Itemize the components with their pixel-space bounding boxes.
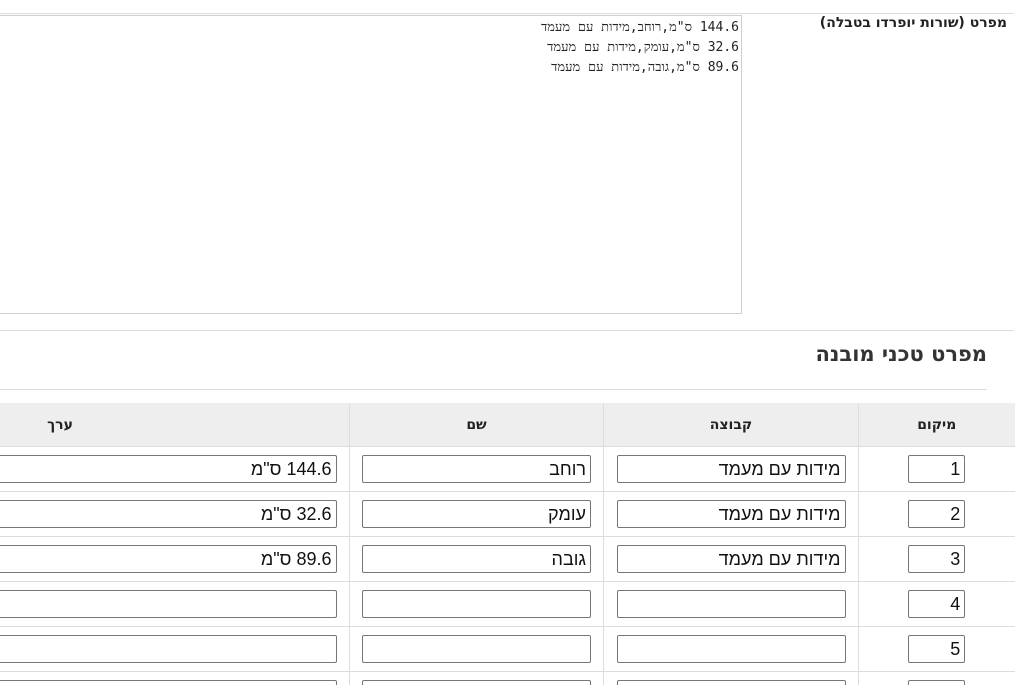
spec-textarea-label: מפרט (שורות יופרדו בטבלה) — [819, 15, 1007, 31]
position-input[interactable] — [908, 455, 966, 483]
name-input[interactable] — [362, 680, 591, 685]
position-input[interactable] — [908, 545, 966, 573]
header-name: שם — [349, 403, 604, 447]
name-input[interactable] — [362, 590, 591, 618]
table-header-row: מיקום קבוצה שם ערך — [0, 403, 1015, 447]
table-row — [0, 446, 1015, 492]
section-divider — [0, 330, 1014, 331]
value-input[interactable] — [0, 590, 337, 618]
table-row — [0, 626, 1015, 672]
position-input[interactable] — [908, 680, 966, 685]
top-divider — [0, 13, 1014, 14]
value-input[interactable] — [0, 545, 337, 573]
table-row — [0, 671, 1015, 685]
page: מפרט (שורות יופרדו בטבלה) מפרט טכני מובנ… — [0, 0, 1021, 685]
group-input[interactable] — [616, 635, 846, 663]
value-input[interactable] — [0, 500, 337, 528]
value-input[interactable] — [0, 455, 337, 483]
name-input[interactable] — [362, 455, 591, 483]
group-input[interactable] — [616, 545, 846, 573]
value-input[interactable] — [0, 680, 337, 685]
name-input[interactable] — [362, 635, 591, 663]
group-input[interactable] — [616, 680, 846, 685]
spec-textarea[interactable] — [0, 15, 742, 314]
group-input[interactable] — [616, 500, 846, 528]
group-input[interactable] — [616, 455, 846, 483]
header-value: ערך — [0, 403, 350, 447]
table-row — [0, 536, 1015, 582]
table-row — [0, 491, 1015, 537]
position-input[interactable] — [908, 590, 966, 618]
position-input[interactable] — [908, 635, 966, 663]
position-input[interactable] — [908, 500, 966, 528]
table-row — [0, 581, 1015, 627]
title-divider — [0, 389, 987, 390]
structured-spec-table: מיקום קבוצה שם ערך — [0, 403, 1015, 685]
value-input[interactable] — [0, 635, 337, 663]
structured-spec-title: מפרט טכני מובנה — [815, 342, 987, 366]
header-group: קבוצה — [603, 403, 859, 447]
name-input[interactable] — [362, 545, 591, 573]
name-input[interactable] — [362, 500, 591, 528]
header-position: מיקום — [858, 403, 1015, 447]
group-input[interactable] — [616, 590, 846, 618]
